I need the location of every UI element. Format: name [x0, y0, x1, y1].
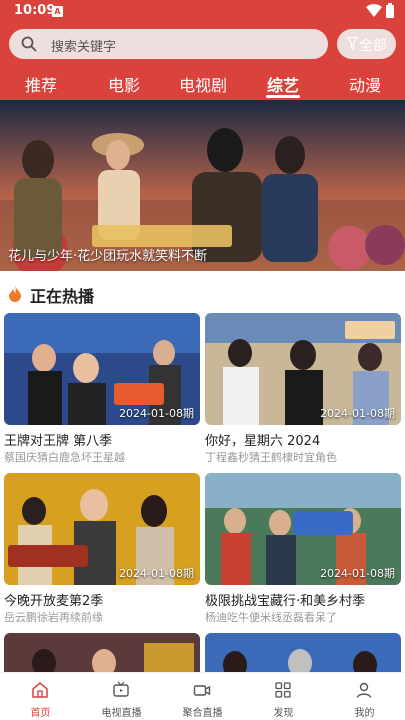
fire-icon	[9, 286, 21, 302]
status-bar: 10:09 A	[0, 0, 405, 24]
show-thumbnail: 2024-01-08期	[4, 313, 200, 425]
tab-anime[interactable]: 动漫	[335, 72, 395, 96]
nav-label: 电视直播	[101, 708, 142, 719]
filter-button[interactable]: 全部	[337, 29, 396, 59]
nav-label: 我的	[354, 708, 375, 719]
tab-tv-series[interactable]: 电视剧	[173, 72, 233, 96]
grid-icon	[275, 682, 291, 698]
nav-discover[interactable]: 发现	[243, 673, 324, 720]
active-tab-indicator	[266, 95, 300, 98]
show-thumbnail	[205, 633, 401, 673]
show-thumbnail	[4, 633, 200, 673]
episode-date: 2024-01-08期	[119, 567, 194, 580]
banner-caption: 花儿与少年·花少团玩水就笑料不断	[8, 249, 208, 264]
tab-recommend[interactable]: 推荐	[11, 72, 71, 96]
search-icon	[21, 36, 37, 52]
tv-icon	[113, 681, 129, 697]
category-tabs: 推荐 电影 电视剧 综艺 动漫	[0, 66, 405, 100]
status-time: 10:09	[14, 3, 56, 18]
show-subtitle: 岳云鹏徐岩再续前缘	[4, 611, 103, 624]
tab-variety[interactable]: 综艺	[253, 72, 313, 96]
show-title: 你好，星期六 2024	[205, 434, 321, 449]
home-icon	[32, 682, 48, 698]
show-title: 今晚开放麦第2季	[4, 594, 104, 609]
show-subtitle: 丁程鑫秒猜王鹤棣时宜角色	[205, 451, 337, 464]
video-camera-icon	[193, 685, 211, 696]
filter-icon	[347, 37, 358, 50]
show-card[interactable]	[4, 633, 200, 673]
search-placeholder: 搜索关键字	[51, 40, 117, 55]
show-title: 王牌对王牌 第八季	[4, 434, 113, 449]
nav-label: 首页	[30, 708, 51, 719]
show-subtitle: 蔡国庆猜白鹿急坏王星越	[4, 451, 125, 464]
nav-home[interactable]: 首页	[0, 673, 81, 720]
app-screen: 10:09 A 搜索关键字 全部 推荐 电影 电视剧 综艺 动漫 花儿与少年·花…	[0, 0, 405, 720]
show-subtitle: 杨迪吃牛便米线丞磊看呆了	[205, 611, 337, 624]
show-thumbnail: 2024-01-08期	[205, 313, 401, 425]
wifi-icon	[366, 4, 382, 17]
section-title: 正在热播	[30, 287, 95, 306]
nav-label: 发现	[273, 708, 294, 719]
nav-tv-live[interactable]: 电视直播	[81, 673, 162, 720]
episode-date: 2024-01-08期	[320, 567, 395, 580]
search-input[interactable]: 搜索关键字	[9, 29, 328, 59]
show-thumbnail: 2024-01-08期	[4, 473, 200, 585]
episode-date: 2024-01-08期	[320, 407, 395, 420]
show-title: 极限挑战宝藏行·和美乡村季	[205, 594, 366, 609]
nav-aggregate-live[interactable]: 聚合直播	[162, 673, 243, 720]
bottom-navigation: 首页 电视直播 聚合直播 发现 我的	[0, 672, 405, 720]
show-thumbnail: 2024-01-08期	[205, 473, 401, 585]
top-header: 10:09 A 搜索关键字 全部 推荐 电影 电视剧 综艺 动漫	[0, 0, 405, 100]
nav-label: 聚合直播	[182, 708, 223, 719]
nav-me[interactable]: 我的	[324, 673, 405, 720]
filter-label: 全部	[359, 38, 387, 54]
episode-date: 2024-01-08期	[119, 407, 194, 420]
battery-icon	[386, 3, 394, 18]
user-icon	[356, 682, 372, 698]
tab-movies[interactable]: 电影	[94, 72, 154, 96]
notification-a-icon: A	[52, 6, 63, 17]
show-card[interactable]	[205, 633, 401, 673]
